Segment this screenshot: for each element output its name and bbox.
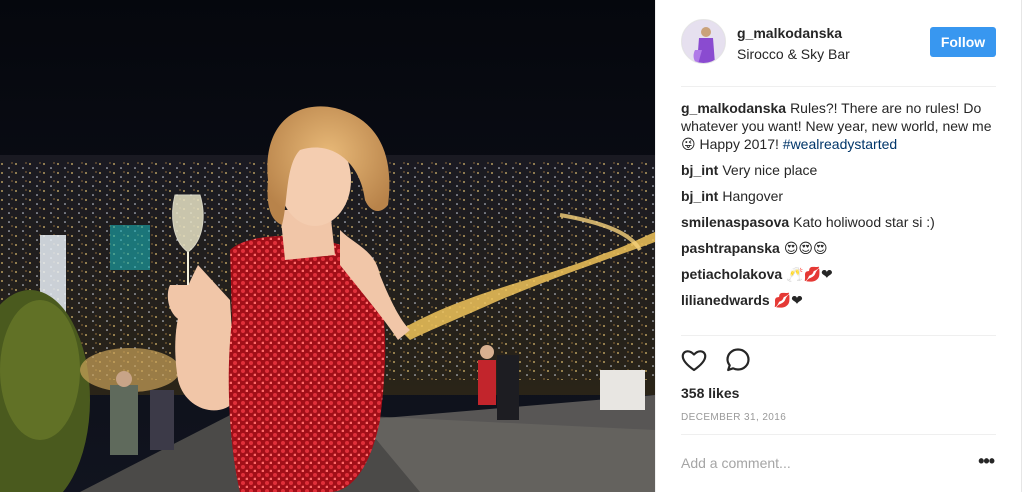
comment-icon[interactable] [724, 346, 752, 374]
comment-text: 🥂💋❤ [786, 266, 833, 282]
instagram-post: g_malkodanska Sirocco & Sky Bar Follow g… [0, 0, 1022, 492]
comment-item: lilianedwards 💋❤ [681, 291, 999, 309]
caption-hashtag[interactable]: #wealreadystarted [783, 136, 897, 152]
header-username[interactable]: g_malkodanska [737, 24, 850, 42]
avatar[interactable] [681, 19, 726, 64]
post-date[interactable]: DECEMBER 31, 2016 [681, 412, 786, 423]
comment-username[interactable]: pashtrapanska [681, 240, 780, 256]
add-comment-input[interactable] [681, 455, 961, 471]
comment-item: smilenaspasova Kato holiwood star si :) [681, 213, 999, 231]
user-block: g_malkodanska Sirocco & Sky Bar [737, 24, 850, 63]
more-options-button[interactable]: ••• [978, 452, 995, 470]
comment-text: Very nice place [722, 162, 818, 178]
follow-button[interactable]: Follow [930, 27, 996, 57]
header-divider [681, 86, 996, 87]
comment-divider [681, 434, 996, 435]
likes-count[interactable]: 358 likes [681, 385, 739, 401]
heart-icon[interactable] [680, 346, 708, 374]
comment-text: Kato holiwood star si :) [793, 214, 935, 230]
comment-item: petiacholakova 🥂💋❤ [681, 265, 999, 283]
comment-item: bj_int Very nice place [681, 161, 999, 179]
comment-username[interactable]: bj_int [681, 162, 718, 178]
comments-list: g_malkodanska Rules?! There are no rules!… [681, 99, 999, 317]
comment-item: bj_int Hangover [681, 187, 999, 205]
photo-illustration [0, 0, 655, 492]
comment-username[interactable]: bj_int [681, 188, 718, 204]
comment-username[interactable]: lilianedwards [681, 292, 770, 308]
caption-username[interactable]: g_malkodanska [681, 100, 786, 116]
caption: g_malkodanska Rules?! There are no rules!… [681, 99, 999, 153]
post-sidebar: g_malkodanska Sirocco & Sky Bar Follow g… [655, 0, 1021, 492]
comment-username[interactable]: smilenaspasova [681, 214, 789, 230]
action-bar [680, 346, 752, 376]
comment-text: 😍😍😍 [783, 240, 828, 256]
post-header: g_malkodanska Sirocco & Sky Bar Follow [656, 0, 1021, 86]
header-location[interactable]: Sirocco & Sky Bar [737, 45, 850, 63]
comment-username[interactable]: petiacholakova [681, 266, 782, 282]
comment-text: 💋❤ [773, 292, 803, 308]
comment-item: pashtrapanska 😍😍😍 [681, 239, 999, 257]
post-photo[interactable] [0, 0, 655, 492]
actions-divider [681, 335, 996, 336]
comment-text: Hangover [722, 188, 784, 204]
avatar-image [682, 20, 725, 63]
